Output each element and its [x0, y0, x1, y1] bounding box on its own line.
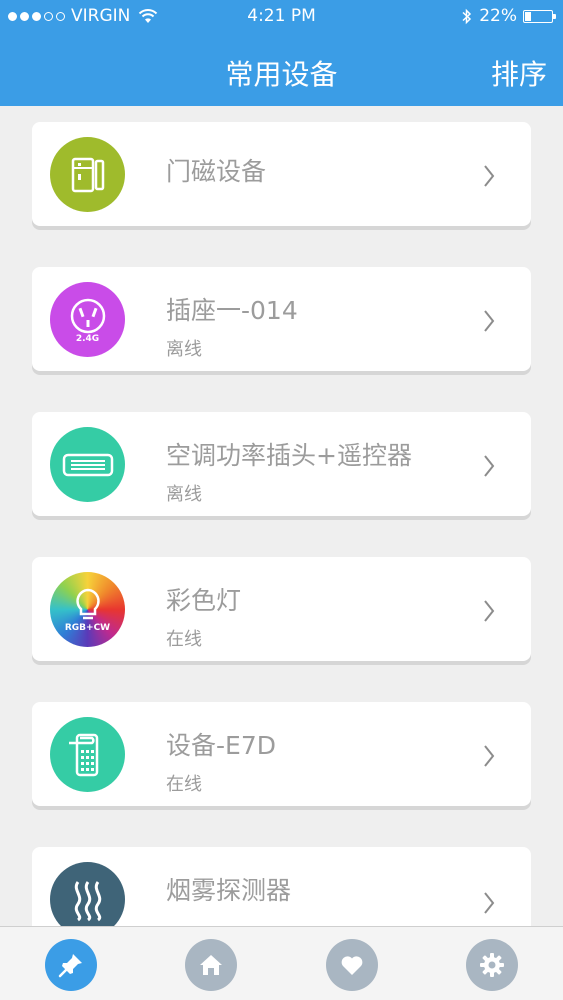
battery-fill [525, 11, 531, 21]
heart-icon [341, 956, 363, 975]
sort-button[interactable]: 排序 [491, 53, 547, 93]
socket-badge: 2.4G [75, 333, 100, 344]
page-title: 常用设备 [225, 58, 338, 91]
door-lock-icon [50, 717, 125, 792]
tab-favorites[interactable] [326, 939, 378, 991]
battery-icon [523, 9, 556, 23]
nav-bar: 常用设备 排序 [0, 33, 563, 106]
chevron-right-icon [484, 310, 495, 332]
device-card-smoke-detector[interactable]: 烟雾探测器 [32, 847, 531, 926]
chevron-right-icon [484, 165, 495, 187]
tab-home[interactable] [185, 939, 237, 991]
color-bulb-icon: RGB+CW [50, 572, 125, 647]
status-bar: VIRGIN 4:21 PM 22% [0, 0, 563, 33]
chevron-right-icon [484, 892, 495, 914]
device-name: 门磁设备 [166, 157, 267, 186]
device-name: 空调功率插头+遥控器 [166, 441, 412, 470]
gear-icon [480, 953, 504, 977]
device-card-air-conditioner[interactable]: 空调功率插头+遥控器 离线 [32, 412, 531, 516]
tab-bar [0, 926, 563, 1000]
device-list[interactable]: 门磁设备 2.4G 插座一-014 离线 空调功率插头+遥控器 离线 RGB+C… [0, 106, 563, 926]
battery-percent: 22% [479, 6, 517, 26]
tab-settings[interactable] [466, 939, 518, 991]
socket-icon: 2.4G [50, 282, 125, 357]
bluetooth-icon [462, 8, 472, 24]
smoke-detector-icon [50, 862, 125, 926]
device-status: 离线 [166, 339, 202, 360]
device-card-door-lock[interactable]: 设备-E7D 在线 [32, 702, 531, 806]
device-name: 插座一-014 [166, 296, 298, 325]
chevron-right-icon [484, 600, 495, 622]
pin-icon [58, 954, 82, 978]
device-card-color-bulb[interactable]: RGB+CW 彩色灯 在线 [32, 557, 531, 661]
device-status: 在线 [166, 774, 202, 795]
device-name: 设备-E7D [166, 731, 276, 760]
door-sensor-icon [50, 137, 125, 212]
device-name: 彩色灯 [166, 586, 242, 615]
bulb-badge: RGB+CW [64, 622, 111, 633]
chevron-right-icon [484, 455, 495, 477]
device-name: 烟雾探测器 [166, 876, 292, 905]
device-status: 在线 [166, 629, 202, 650]
device-card-door-sensor[interactable]: 门磁设备 [32, 122, 531, 226]
home-icon [200, 955, 222, 975]
air-conditioner-icon [50, 427, 125, 502]
device-status: 离线 [166, 484, 202, 505]
status-right: 22% [461, 6, 556, 26]
chevron-right-icon [484, 745, 495, 767]
device-card-socket[interactable]: 2.4G 插座一-014 离线 [32, 267, 531, 371]
tab-pin[interactable] [45, 939, 97, 991]
